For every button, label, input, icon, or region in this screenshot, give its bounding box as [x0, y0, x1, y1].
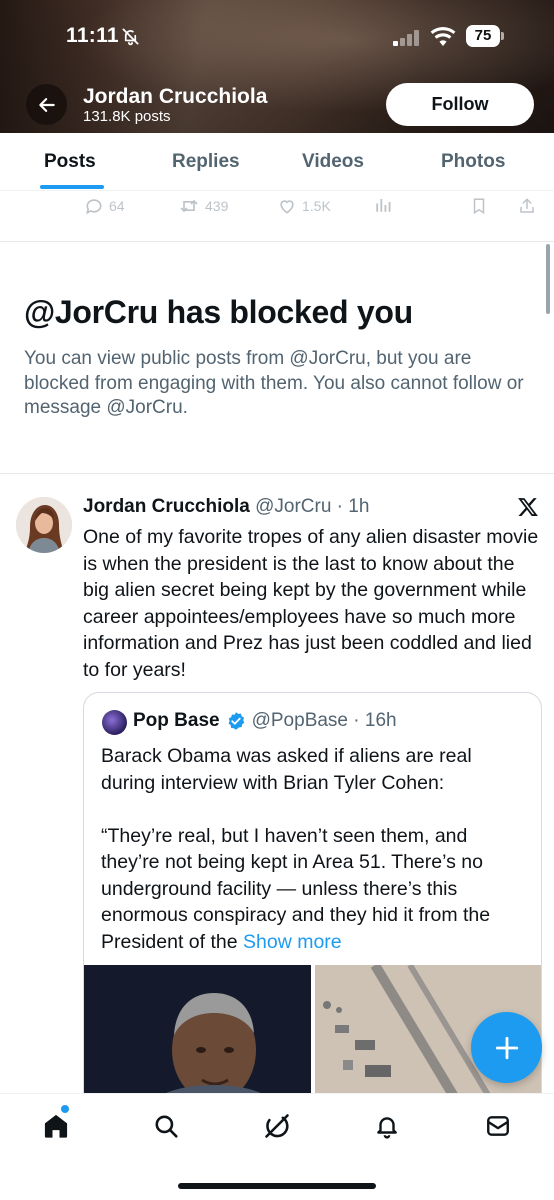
- previous-post-actions: 64 439 1.5K: [0, 192, 554, 222]
- home-notification-dot: [61, 1105, 69, 1113]
- home-indicator[interactable]: [178, 1183, 376, 1189]
- back-button[interactable]: [26, 84, 67, 125]
- reply-count: 64: [109, 198, 125, 214]
- blocked-description: You can view public posts from @JorCru, …: [24, 348, 524, 418]
- like-action[interactable]: 1.5K: [277, 196, 331, 216]
- bookmark-action[interactable]: [470, 196, 488, 216]
- divider: [0, 473, 554, 474]
- battery-level: 75: [466, 25, 500, 47]
- battery-icon: 75: [466, 25, 504, 47]
- tweet-time: 1h: [348, 496, 370, 517]
- nav-grok[interactable]: [260, 1109, 294, 1143]
- profile-posts-count: 131.8K posts: [83, 108, 171, 125]
- quote-text: Barack Obama was asked if aliens are rea…: [101, 743, 529, 955]
- plus-icon: [495, 1036, 518, 1059]
- profile-tabs: Posts Replies Videos Photos: [0, 133, 554, 191]
- status-time: 11:11: [66, 24, 119, 47]
- status-bar: 11:11 75: [0, 22, 554, 52]
- active-tab-indicator: [40, 185, 104, 189]
- repost-action[interactable]: 439: [178, 196, 228, 216]
- quote-text-paragraph-1: Barack Obama was asked if aliens are rea…: [101, 745, 472, 794]
- avatar[interactable]: [16, 497, 72, 553]
- profile-name: Jordan Crucchiola: [83, 85, 268, 108]
- blocked-title: @JorCru has blocked you: [24, 294, 413, 330]
- bottom-navigation: [0, 1093, 554, 1200]
- reply-icon: [86, 199, 102, 215]
- wifi-icon: [430, 27, 456, 52]
- quote-author-handle[interactable]: @PopBase: [252, 710, 348, 731]
- compose-button[interactable]: [471, 1012, 542, 1083]
- tab-posts[interactable]: Posts: [44, 151, 96, 173]
- notifications-icon: [377, 1117, 397, 1139]
- tweet-text: One of my favorite tropes of any alien d…: [83, 526, 539, 681]
- share-action[interactable]: [518, 196, 536, 216]
- reply-action[interactable]: 64: [84, 196, 125, 216]
- nav-messages[interactable]: [481, 1109, 515, 1143]
- nav-search[interactable]: [149, 1109, 183, 1143]
- nav-home[interactable]: [39, 1109, 73, 1143]
- quote-avatar[interactable]: [102, 710, 127, 735]
- heart-icon: [280, 200, 294, 214]
- grok-icon: [265, 1114, 289, 1138]
- follow-button[interactable]: Follow: [386, 83, 534, 126]
- repost-icon: [180, 199, 198, 213]
- show-more-link[interactable]: Show more: [243, 931, 342, 953]
- analytics-icon: [376, 199, 391, 212]
- x-logo-icon: [517, 496, 539, 523]
- tab-replies[interactable]: Replies: [172, 151, 240, 173]
- like-count: 1.5K: [302, 198, 331, 214]
- messages-icon: [487, 1116, 509, 1136]
- tweet-header: Jordan Crucchiola @JorCru · 1h: [83, 496, 370, 517]
- quote-time: 16h: [364, 710, 397, 731]
- divider: [0, 241, 554, 242]
- tabs-divider: [0, 190, 554, 191]
- tweet-author-name[interactable]: Jordan Crucchiola: [83, 496, 250, 517]
- bookmark-icon: [473, 198, 485, 215]
- views-action[interactable]: [374, 196, 392, 214]
- verified-badge-icon: [228, 712, 244, 730]
- search-icon: [155, 1115, 178, 1138]
- tab-videos[interactable]: Videos: [302, 151, 364, 173]
- home-icon: [44, 1114, 68, 1138]
- repost-count: 439: [205, 198, 229, 214]
- quote-header: Pop Base @PopBase · 16h: [133, 710, 397, 732]
- arrow-left-icon: [38, 97, 55, 112]
- share-icon: [520, 198, 534, 213]
- profile-banner: 11:11 75 Jordan Crucchiola 131.8K posts …: [0, 0, 554, 133]
- nav-notifications[interactable]: [370, 1109, 404, 1143]
- quote-author-name[interactable]: Pop Base: [133, 710, 220, 732]
- tweet-author-handle[interactable]: @JorCru: [255, 496, 331, 517]
- cellular-signal-icon: [393, 30, 421, 51]
- quote-media-image-1[interactable]: [84, 965, 311, 1111]
- scrollbar[interactable]: [546, 244, 550, 314]
- silent-bell-icon: [121, 27, 140, 51]
- tab-photos[interactable]: Photos: [441, 151, 505, 173]
